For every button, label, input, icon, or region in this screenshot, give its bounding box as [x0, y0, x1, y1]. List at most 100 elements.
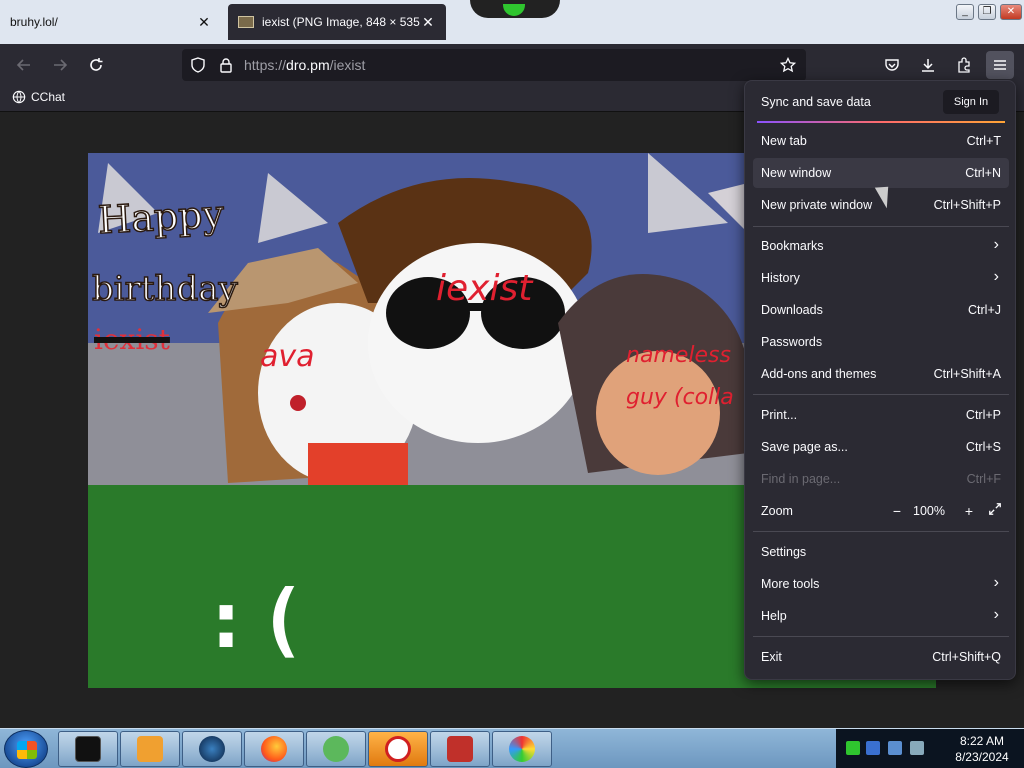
sync-label: Sync and save data	[761, 95, 871, 109]
menu-item-shortcut: Ctrl+Shift+P	[933, 198, 1001, 212]
star-icon[interactable]	[780, 57, 796, 73]
extensions-button[interactable]	[950, 51, 978, 79]
taskbar-clock[interactable]: 8:22 AM 8/23/2024	[942, 733, 1022, 765]
menu-item-shortcut: Ctrl+S	[965, 440, 1001, 454]
zoom-out-button[interactable]: −	[887, 501, 907, 521]
no-entry-icon	[385, 736, 411, 762]
menu-item-exit[interactable]: Exit Ctrl+Shift+Q	[753, 642, 1009, 672]
taskbar-terminal[interactable]	[58, 731, 118, 767]
tray-shield-icon[interactable]	[866, 741, 880, 755]
menu-item-label: Add-ons and themes	[761, 367, 877, 381]
sync-row[interactable]: Sync and save data Sign In	[745, 81, 1017, 121]
menu-item-bookmarks[interactable]: Bookmarks ›	[753, 231, 1009, 261]
hamburger-icon	[994, 60, 1006, 70]
label-nameless: nameless	[626, 343, 731, 368]
sync-accent-line	[757, 121, 1005, 123]
taskbar: 8:22 AM 8/23/2024	[0, 728, 1024, 768]
reload-button[interactable]	[82, 51, 110, 79]
menu-item-label: Save page as...	[761, 440, 848, 454]
greeting-birthday: birthday	[91, 268, 238, 310]
puzzle-icon	[958, 57, 970, 73]
taskbar-video-app[interactable]	[306, 731, 366, 767]
window-minimize-button[interactable]: _	[956, 4, 974, 20]
url-bar[interactable]: https://dro.pm/iexist	[182, 49, 806, 81]
url-text[interactable]: https://dro.pm/iexist	[244, 49, 365, 81]
menu-item-print[interactable]: Print... Ctrl+P	[753, 400, 1009, 430]
taskbar-globe-app[interactable]	[182, 731, 242, 767]
tab-iexist[interactable]: iexist (PNG Image, 848 × 535 pixels) ✕	[228, 4, 446, 40]
menu-separator	[753, 226, 1009, 227]
tab-close-icon[interactable]: ✕	[196, 14, 212, 31]
tray-green-icon[interactable]	[846, 741, 860, 755]
tray-network-icon[interactable]	[888, 741, 902, 755]
pocket-button[interactable]	[878, 51, 906, 79]
arrow-left-icon	[16, 59, 30, 71]
menu-separator	[753, 531, 1009, 532]
greeting-happy: Happy	[96, 191, 226, 243]
zoom-level[interactable]: 100%	[913, 504, 945, 518]
window-close-button[interactable]: ✕	[1000, 4, 1022, 20]
menu-item-label: Downloads	[761, 303, 823, 317]
title-bar: bruhy.lol/ ✕ iexist (PNG Image, 848 × 53…	[0, 0, 1024, 44]
toolbox-icon	[447, 736, 473, 762]
tray-volume-icon[interactable]	[910, 741, 924, 755]
clock-date: 8/23/2024	[955, 750, 1009, 764]
menu-item-new-tab[interactable]: New tab Ctrl+T	[753, 126, 1009, 156]
taskbar-blocked-app[interactable]	[368, 731, 428, 767]
tab-label: iexist (PNG Image, 848 × 535 pixels)	[262, 15, 420, 29]
chevron-right-icon: ›	[993, 606, 999, 623]
menu-item-find-in-page: Find in page... Ctrl+F	[753, 464, 1009, 494]
lock-icon[interactable]	[218, 57, 234, 73]
greeting-name: iexist	[94, 323, 170, 356]
chevron-right-icon: ›	[993, 574, 999, 591]
app-menu-button[interactable]	[986, 51, 1014, 79]
reload-icon	[90, 58, 103, 71]
tab-bruhy[interactable]: bruhy.lol/ ✕	[0, 4, 222, 40]
label-ava: ava	[260, 339, 315, 374]
sign-in-button[interactable]: Sign In	[943, 90, 999, 114]
zoom-in-button[interactable]: +	[959, 501, 979, 521]
menu-item-label: Find in page...	[761, 472, 841, 486]
sad-face-text: :(	[202, 573, 315, 666]
tab-label: bruhy.lol/	[10, 15, 58, 29]
system-tray: 8:22 AM 8/23/2024	[836, 729, 1024, 768]
window-maximize-button[interactable]: ❐	[978, 4, 996, 20]
start-button[interactable]	[4, 730, 48, 768]
menu-item-label: Exit	[761, 650, 782, 664]
menu-separator	[753, 394, 1009, 395]
menu-item-history[interactable]: History ›	[753, 263, 1009, 293]
taskbar-paint[interactable]	[492, 731, 552, 767]
back-button[interactable]	[10, 51, 38, 79]
menu-item-addons[interactable]: Add-ons and themes Ctrl+Shift+A	[753, 359, 1009, 389]
taskbar-media-player[interactable]	[120, 731, 180, 767]
menu-item-more-tools[interactable]: More tools ›	[753, 569, 1009, 599]
pocket-icon	[885, 59, 899, 71]
taskbar-firefox[interactable]	[244, 731, 304, 767]
menu-item-zoom: Zoom − 100% +	[753, 496, 1009, 526]
fullscreen-icon	[989, 503, 1001, 515]
menu-item-save-page[interactable]: Save page as... Ctrl+S	[753, 432, 1009, 462]
globe-app-icon	[199, 736, 225, 762]
taskbar-toolbox[interactable]	[430, 731, 490, 767]
menu-item-downloads[interactable]: Downloads Ctrl+J	[753, 295, 1009, 325]
download-icon	[922, 59, 934, 72]
label-guy: guy (colla	[626, 385, 734, 410]
shield-icon[interactable]	[190, 57, 206, 73]
bookmark-cchat[interactable]: CChat	[12, 90, 65, 104]
menu-item-shortcut: Ctrl+P	[965, 408, 1001, 422]
downloads-button[interactable]	[914, 51, 942, 79]
menu-item-label: Passwords	[761, 335, 823, 349]
clock-time: 8:22 AM	[959, 734, 1005, 748]
bookmark-label: CChat	[31, 90, 66, 104]
url-scheme: https://	[244, 57, 287, 73]
menu-item-settings[interactable]: Settings	[753, 537, 1009, 567]
globe-icon	[12, 90, 26, 104]
menu-item-label: History	[761, 271, 800, 285]
menu-item-shortcut: Ctrl+N	[965, 166, 1001, 180]
menu-item-shortcut: Ctrl+J	[968, 303, 1001, 317]
forward-button[interactable]	[46, 51, 74, 79]
menu-item-passwords[interactable]: Passwords	[753, 327, 1009, 357]
tab-close-icon[interactable]: ✕	[420, 14, 436, 31]
fullscreen-button[interactable]	[985, 501, 1005, 521]
menu-item-help[interactable]: Help ›	[753, 601, 1009, 631]
